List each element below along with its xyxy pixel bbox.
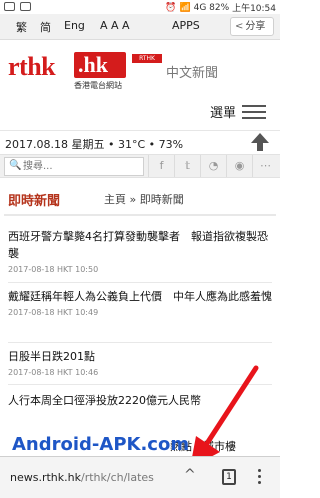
url-bar[interactable]: news.rthk.hk/rthk/ch/lates — [10, 471, 154, 484]
chevron-up-icon[interactable]: ^ — [184, 467, 196, 483]
url-domain: news.rthk.hk — [10, 471, 81, 484]
overflow-menu-icon[interactable] — [258, 469, 262, 487]
red-arrow-annotation — [190, 365, 259, 468]
tab-switcher-button[interactable]: 1 — [222, 469, 236, 485]
url-path: /rthk/ch/lates — [80, 471, 154, 484]
browser-toolbar: news.rthk.hk/rthk/ch/lates ^ 1 — [0, 456, 280, 498]
